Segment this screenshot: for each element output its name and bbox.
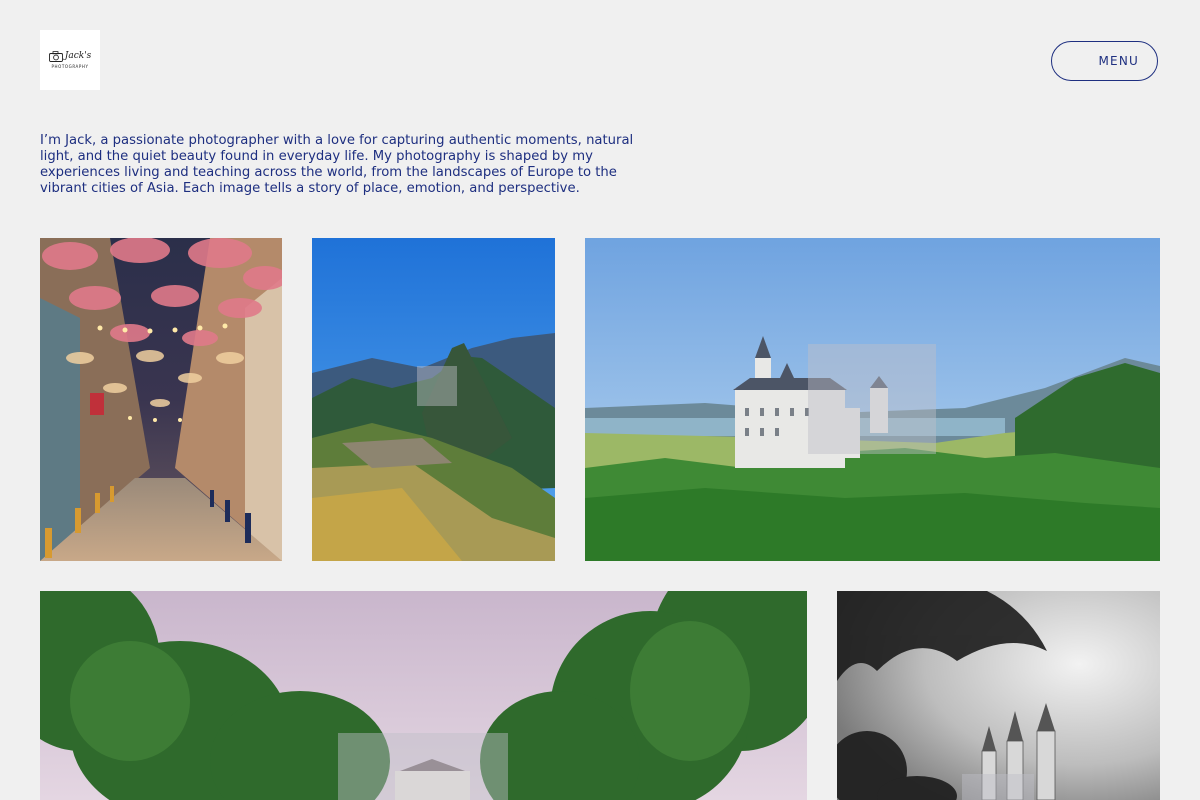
watermark [808, 344, 936, 454]
castle-landscape-photo[interactable] [585, 238, 1160, 561]
watermark [417, 366, 457, 406]
camera-icon [48, 51, 63, 62]
menu-button[interactable]: MENU [1051, 41, 1158, 81]
palace-avenue-photo[interactable] [40, 591, 807, 800]
intro-paragraph: I’m Jack, a passionate photographer with… [40, 133, 634, 196]
machu-picchu-photo[interactable] [312, 238, 555, 561]
logo-script-text: Jack's [64, 51, 92, 61]
site-logo[interactable]: Jack's PHOTOGRAPHY [40, 30, 100, 90]
umbrella-street-image [40, 238, 282, 561]
umbrella-street-photo[interactable] [40, 238, 282, 561]
bw-castle-image [837, 591, 1160, 800]
watermark [962, 774, 1034, 800]
logo-subtitle: PHOTOGRAPHY [51, 64, 89, 69]
watermark [338, 733, 508, 800]
bw-castle-photo[interactable] [837, 591, 1160, 800]
